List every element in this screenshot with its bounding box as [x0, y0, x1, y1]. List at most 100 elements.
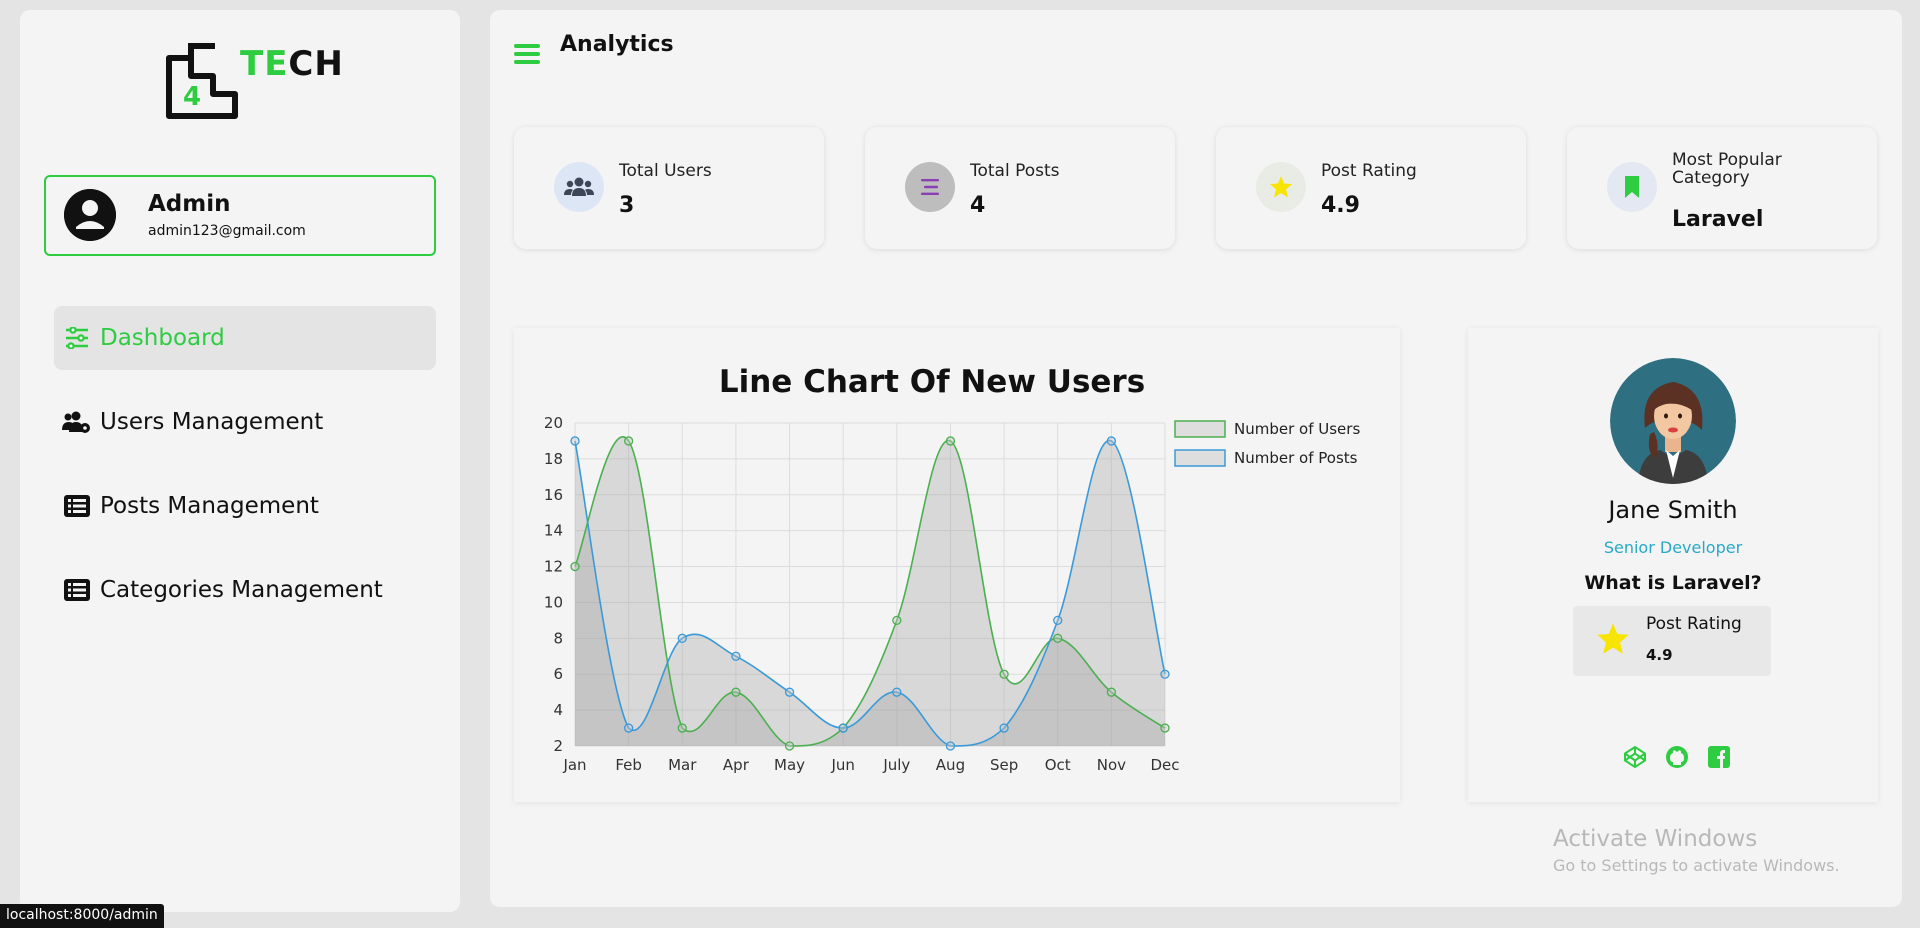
data-point: [892, 615, 902, 626]
github-icon[interactable]: [1664, 744, 1690, 770]
users-icon: [554, 162, 604, 212]
list-icon: [62, 577, 92, 603]
data-point: [1106, 436, 1117, 446]
y-tick-label: 12: [544, 558, 563, 576]
stat-value: 4: [970, 193, 986, 218]
star-icon: [1256, 162, 1306, 212]
stat-label: Most Popular Category: [1672, 150, 1782, 188]
x-tick-label: May: [774, 756, 805, 774]
x-tick-label: Sep: [990, 756, 1018, 774]
sidebar-item-posts-management[interactable]: Posts Management: [54, 474, 436, 538]
page-title: Analytics: [560, 32, 674, 57]
y-tick-label: 20: [544, 414, 563, 432]
y-tick-label: 2: [553, 737, 563, 755]
x-tick-label: Mar: [668, 756, 697, 774]
admin-name: Admin: [148, 191, 231, 217]
x-tick-label: July: [882, 756, 910, 774]
data-point: [784, 687, 795, 697]
stat-label: Post Rating: [1321, 161, 1417, 181]
post-title: What is Laravel?: [1584, 572, 1762, 594]
data-point: [1106, 687, 1117, 697]
data-point: [838, 723, 848, 733]
y-tick-label: 4: [553, 701, 563, 719]
logo[interactable]: 4 TECH: [165, 38, 343, 122]
data-point: [945, 436, 956, 446]
sidebar-item-dashboard[interactable]: Dashboard: [54, 306, 436, 370]
svg-text:4: 4: [183, 82, 201, 112]
data-point: [677, 633, 687, 643]
data-point: [999, 723, 1009, 733]
menu-toggle-button[interactable]: [514, 42, 542, 66]
line-chart: 2 4 6 8 10 12 14 16 18 20 Jan Feb Mar Apr May Jun July Au…: [544, 414, 1361, 774]
sidebar-item-label: Posts Management: [100, 493, 319, 519]
users-gear-icon: [62, 409, 92, 435]
x-tick-label: Feb: [615, 756, 642, 774]
bookmark-icon: [1607, 162, 1657, 212]
author-role: Senior Developer: [1603, 538, 1743, 557]
stat-card-popular-category: Most Popular Category Laravel: [1567, 127, 1877, 249]
data-point: [1053, 615, 1063, 626]
data-point: [570, 561, 580, 572]
admin-profile-card[interactable]: Admin admin123@gmail.com: [44, 175, 436, 256]
sidebar-item-label: Dashboard: [100, 325, 225, 351]
sidebar-item-label: Users Management: [100, 409, 324, 435]
data-point: [731, 687, 741, 697]
stat-label: Total Users: [619, 161, 712, 181]
data-point: [570, 436, 580, 446]
author-avatar: [1610, 358, 1736, 484]
y-tick-label: 6: [553, 665, 563, 683]
data-point: [999, 669, 1009, 679]
windows-activation-watermark: Activate Windows Go to Settings to activ…: [1553, 826, 1840, 875]
stat-label: Total Posts: [970, 161, 1060, 181]
bars-icon: [905, 162, 955, 212]
data-point: [623, 436, 634, 446]
codepen-icon[interactable]: [1622, 744, 1648, 770]
author-profile-card: Jane Smith Senior Developer What is Lara…: [1468, 328, 1878, 802]
x-tick-label: Oct: [1045, 756, 1071, 774]
data-point: [731, 651, 741, 661]
line-chart-card: Line Chart Of New Users 2 4 6 8 10 12 14 16 18 20…: [514, 328, 1400, 802]
watermark-title: Activate Windows: [1553, 826, 1758, 852]
x-tick-label: Aug: [936, 756, 965, 774]
x-tick-label: Jun: [830, 756, 854, 774]
user-circle-icon: [64, 189, 116, 241]
list-icon: [62, 493, 92, 519]
stat-card-post-rating: Post Rating 4.9: [1216, 127, 1526, 249]
data-point: [945, 741, 956, 751]
logo-text: TECH: [240, 44, 344, 84]
y-tick-label: 18: [544, 450, 563, 468]
y-tick-label: 10: [544, 593, 563, 611]
author-name: Jane Smith: [1608, 496, 1738, 524]
x-tick-label: Apr: [723, 756, 750, 774]
browser-status-url: localhost:8000/admin: [0, 904, 164, 928]
legend-label: Number of Posts: [1234, 449, 1358, 467]
watermark-subtitle: Go to Settings to activate Windows.: [1553, 856, 1840, 875]
data-point: [1053, 633, 1063, 643]
data-point: [1160, 669, 1170, 679]
rating-label: Post Rating: [1646, 614, 1742, 634]
sidebar-item-categories-management[interactable]: Categories Management: [54, 558, 436, 622]
stat-value: 4.9: [1321, 193, 1360, 218]
stat-value: 3: [619, 193, 635, 218]
x-tick-label: Nov: [1097, 756, 1126, 774]
logo-mark-icon: 4: [166, 43, 238, 119]
admin-avatar: [64, 189, 116, 241]
social-links: [1622, 744, 1732, 772]
data-point: [892, 687, 902, 697]
stat-card-total-posts: Total Posts 4: [865, 127, 1175, 249]
post-rating-box: Post Rating 4.9: [1573, 606, 1771, 676]
y-tick-label: 8: [553, 629, 563, 647]
legend-label: Number of Users: [1234, 420, 1360, 438]
data-point: [784, 741, 795, 751]
main-content: Analytics Total Users 3 Total Posts 4 Po…: [490, 10, 1902, 907]
sliders-icon: [62, 325, 92, 351]
data-point: [623, 723, 634, 733]
legend-swatch: [1174, 420, 1226, 438]
facebook-icon[interactable]: [1706, 744, 1732, 770]
y-tick-label: 14: [544, 522, 563, 540]
y-tick-label: 16: [544, 486, 563, 504]
star-icon: [1597, 623, 1629, 654]
x-tick-label: Dec: [1150, 756, 1179, 774]
data-point: [677, 723, 687, 733]
sidebar-item-users-management[interactable]: Users Management: [54, 390, 436, 454]
